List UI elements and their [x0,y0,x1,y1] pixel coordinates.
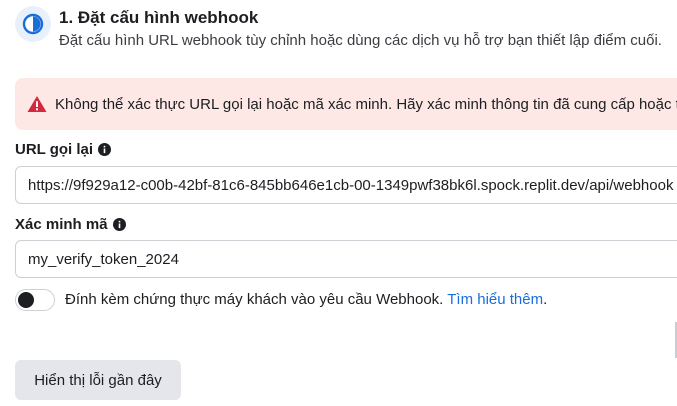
show-recent-errors-button[interactable]: Hiển thị lỗi gần đây [15,360,181,400]
client-cert-text: Đính kèm chứng thực máy khách vào yêu cầ… [65,291,547,308]
webhook-config-panel: 1. Đặt cấu hình webhook Đặt cấu hình URL… [0,0,677,406]
warning-icon [27,96,47,112]
verify-token-label-text: Xác minh mã [15,216,108,233]
step-title: 1. Đặt cấu hình webhook [59,8,259,27]
verify-token-input[interactable] [15,240,677,278]
toggle-knob [18,292,34,308]
client-cert-label: Đính kèm chứng thực máy khách vào yêu cầ… [65,291,444,308]
error-banner: Không thể xác thực URL gọi lại hoặc mã x… [15,78,677,130]
step-description: Đặt cấu hình URL webhook tùy chỉnh hoặc … [59,32,662,49]
half-circle-step-icon [15,6,51,42]
verify-token-label: Xác minh mã [15,216,126,233]
info-icon[interactable] [112,218,126,231]
info-icon[interactable] [98,143,112,156]
error-message: Không thể xác thực URL gọi lại hoặc mã x… [55,95,677,113]
client-cert-toggle[interactable] [15,289,55,311]
client-cert-suffix: . [543,291,548,308]
callback-url-label-text: URL gọi lại [15,141,94,158]
callback-url-input[interactable] [15,166,677,204]
learn-more-link[interactable]: Tìm hiểu thêm [447,291,543,308]
callback-url-label: URL gọi lại [15,141,112,158]
